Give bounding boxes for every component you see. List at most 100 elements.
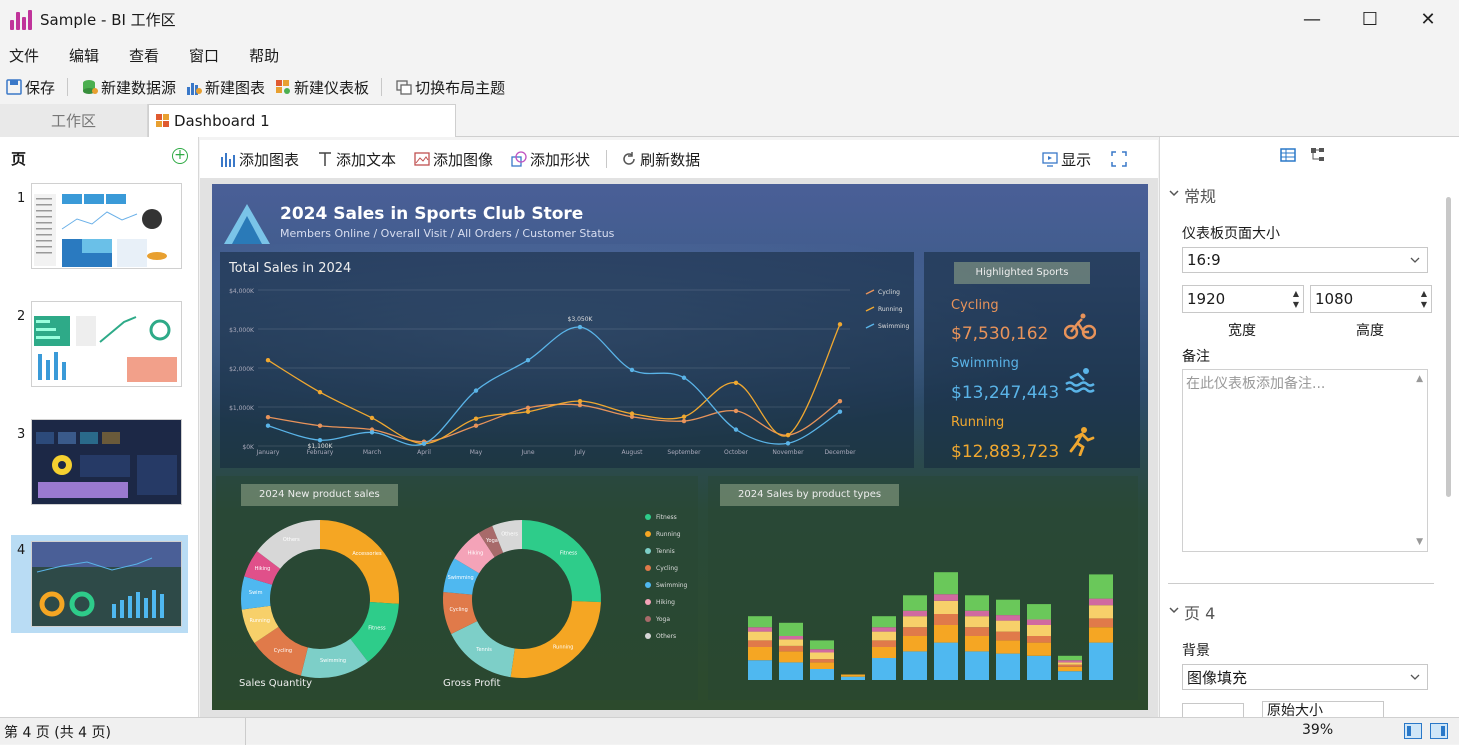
properties-view-icon[interactable] bbox=[1280, 147, 1296, 163]
width-input[interactable]: 1920 ▲ ▼ bbox=[1182, 285, 1304, 313]
data-point bbox=[681, 418, 687, 424]
legend-label: Running bbox=[656, 531, 681, 538]
add-image-button[interactable]: 添加图像 bbox=[414, 149, 493, 170]
tab-workspace[interactable]: 工作区 bbox=[0, 104, 148, 137]
switch-theme-button[interactable]: 切换布局主题 bbox=[396, 77, 505, 98]
scroll-down-icon[interactable]: ▼ bbox=[1416, 537, 1423, 547]
height-spinner[interactable]: ▲ ▼ bbox=[1421, 288, 1427, 310]
new-dashboard-button[interactable]: 新建仪表板 bbox=[275, 77, 369, 98]
data-point bbox=[525, 409, 531, 414]
add-text-button[interactable]: 添加文本 bbox=[317, 149, 396, 170]
quantity-donut-slice-label: Others bbox=[283, 537, 300, 543]
dashboard-title: 2024 Sales in Sports Club Store bbox=[280, 204, 584, 224]
new-datasource-button[interactable]: 新建数据源 bbox=[82, 77, 176, 98]
refresh-data-button[interactable]: 刷新数据 bbox=[621, 149, 700, 170]
new-chart-button[interactable]: 新建图表 bbox=[186, 77, 265, 98]
background-select[interactable]: 图像填充 bbox=[1182, 664, 1428, 690]
save-button[interactable]: 保存 bbox=[6, 77, 55, 98]
chevron-down-icon[interactable] bbox=[1168, 604, 1180, 616]
display-label: 显示 bbox=[1061, 150, 1092, 169]
menu-edit[interactable]: 编辑 bbox=[60, 45, 108, 66]
page-number: 1 bbox=[17, 191, 26, 206]
properties-scrollbar[interactable] bbox=[1446, 197, 1451, 497]
tab-dashboard-1[interactable]: Dashboard 1 bbox=[148, 104, 456, 137]
menu-file[interactable]: 文件 bbox=[0, 45, 48, 66]
menu-view[interactable]: 查看 bbox=[120, 45, 168, 66]
profit-donut-slice bbox=[510, 601, 601, 678]
page-preview bbox=[31, 301, 182, 387]
chevron-down-icon[interactable] bbox=[1168, 187, 1180, 199]
page-number: 2 bbox=[17, 309, 26, 324]
scroll-up-icon[interactable]: ▲ bbox=[1416, 374, 1423, 384]
maximize-button[interactable]: ☐ bbox=[1341, 0, 1399, 38]
bar-segment bbox=[841, 674, 865, 677]
data-point bbox=[525, 405, 531, 410]
bar-segment bbox=[1058, 671, 1082, 680]
bar-segment bbox=[779, 662, 803, 680]
image-size-select[interactable]: 原始大小 bbox=[1262, 701, 1384, 717]
structure-view-icon[interactable] bbox=[1310, 147, 1326, 163]
page-thumbnail-3[interactable]: 3 bbox=[11, 419, 188, 517]
height-input[interactable]: 1080 ▲ ▼ bbox=[1310, 285, 1432, 313]
data-point bbox=[733, 408, 739, 414]
fullscreen-icon bbox=[1111, 151, 1127, 167]
profit-donut-slice-label: Fitness bbox=[560, 550, 578, 556]
page-size-select[interactable]: 16:9 bbox=[1182, 247, 1428, 273]
display-button[interactable]: 显示 bbox=[1042, 149, 1091, 170]
x-tick-label: September bbox=[667, 449, 701, 456]
data-point bbox=[733, 380, 739, 386]
notes-textarea[interactable]: 在此仪表板添加备注... ▲ ▼ bbox=[1182, 369, 1428, 552]
dashboard-icon bbox=[275, 79, 291, 95]
page-thumbnail-4[interactable]: 4 bbox=[11, 535, 188, 633]
right-panel-toggle-icon[interactable] bbox=[1430, 723, 1448, 739]
left-panel-toggle-icon[interactable] bbox=[1404, 723, 1422, 739]
highlight-swimming-value: $13,247,443 bbox=[951, 383, 1060, 403]
save-label: 保存 bbox=[25, 78, 56, 97]
minimize-button[interactable]: — bbox=[1283, 0, 1341, 38]
add-chart-button[interactable]: 添加图表 bbox=[220, 149, 299, 170]
quantity-donut-slice-label: Swim bbox=[249, 590, 263, 596]
tab-dashboard-label: Dashboard 1 bbox=[174, 112, 270, 130]
menu-window[interactable]: 窗口 bbox=[180, 45, 228, 66]
line-series-running bbox=[267, 324, 841, 445]
notes-label: 备注 bbox=[1182, 349, 1210, 365]
image-picker[interactable] bbox=[1182, 703, 1244, 717]
bar-segment bbox=[903, 595, 927, 611]
data-point bbox=[317, 437, 323, 443]
data-point bbox=[837, 409, 843, 414]
bar-segment bbox=[1027, 642, 1051, 656]
bar-segment bbox=[903, 636, 927, 652]
bar-segment bbox=[810, 659, 834, 663]
legend-label: Fitness bbox=[656, 514, 677, 521]
y-tick-label: $0K bbox=[242, 444, 255, 451]
width-spinner[interactable]: ▲ ▼ bbox=[1293, 288, 1299, 310]
legend-dot bbox=[645, 616, 651, 622]
fullscreen-button[interactable] bbox=[1111, 151, 1130, 167]
page-thumbnail-2[interactable]: 2 bbox=[11, 301, 188, 399]
bar-segment bbox=[748, 640, 772, 647]
page-number: 3 bbox=[17, 427, 26, 442]
add-page-icon[interactable]: + bbox=[172, 148, 188, 164]
bar-segment bbox=[996, 631, 1020, 641]
bar-segment bbox=[1027, 619, 1051, 625]
width-value: 1920 bbox=[1187, 290, 1226, 308]
bar-segment bbox=[1058, 655, 1082, 661]
bar-segment bbox=[872, 616, 896, 628]
profit-donut-slice-label: Tennis bbox=[475, 647, 492, 653]
data-point bbox=[421, 441, 427, 446]
dashboard-page[interactable]: 2024 Sales in Sports Club Store Members … bbox=[212, 184, 1148, 710]
page-thumbnail-1[interactable]: 1 bbox=[11, 183, 188, 281]
quantity-donut-slice bbox=[320, 520, 399, 604]
y-tick-label: $2,000K bbox=[229, 366, 255, 373]
legend-dot bbox=[645, 548, 651, 554]
menu-help[interactable]: 帮助 bbox=[240, 45, 288, 66]
legend-label: Hiking bbox=[656, 599, 675, 606]
bar-segment bbox=[748, 616, 772, 628]
quantity-donut-slice-label: Hiking bbox=[255, 566, 271, 572]
x-tick-label: July bbox=[574, 449, 586, 456]
close-button[interactable]: ✕ bbox=[1399, 0, 1457, 38]
highlights-title: Highlighted Sports bbox=[954, 262, 1090, 284]
add-shape-button[interactable]: 添加形状 bbox=[511, 149, 590, 170]
legend-marker bbox=[865, 289, 875, 295]
bar-segment bbox=[779, 651, 803, 663]
